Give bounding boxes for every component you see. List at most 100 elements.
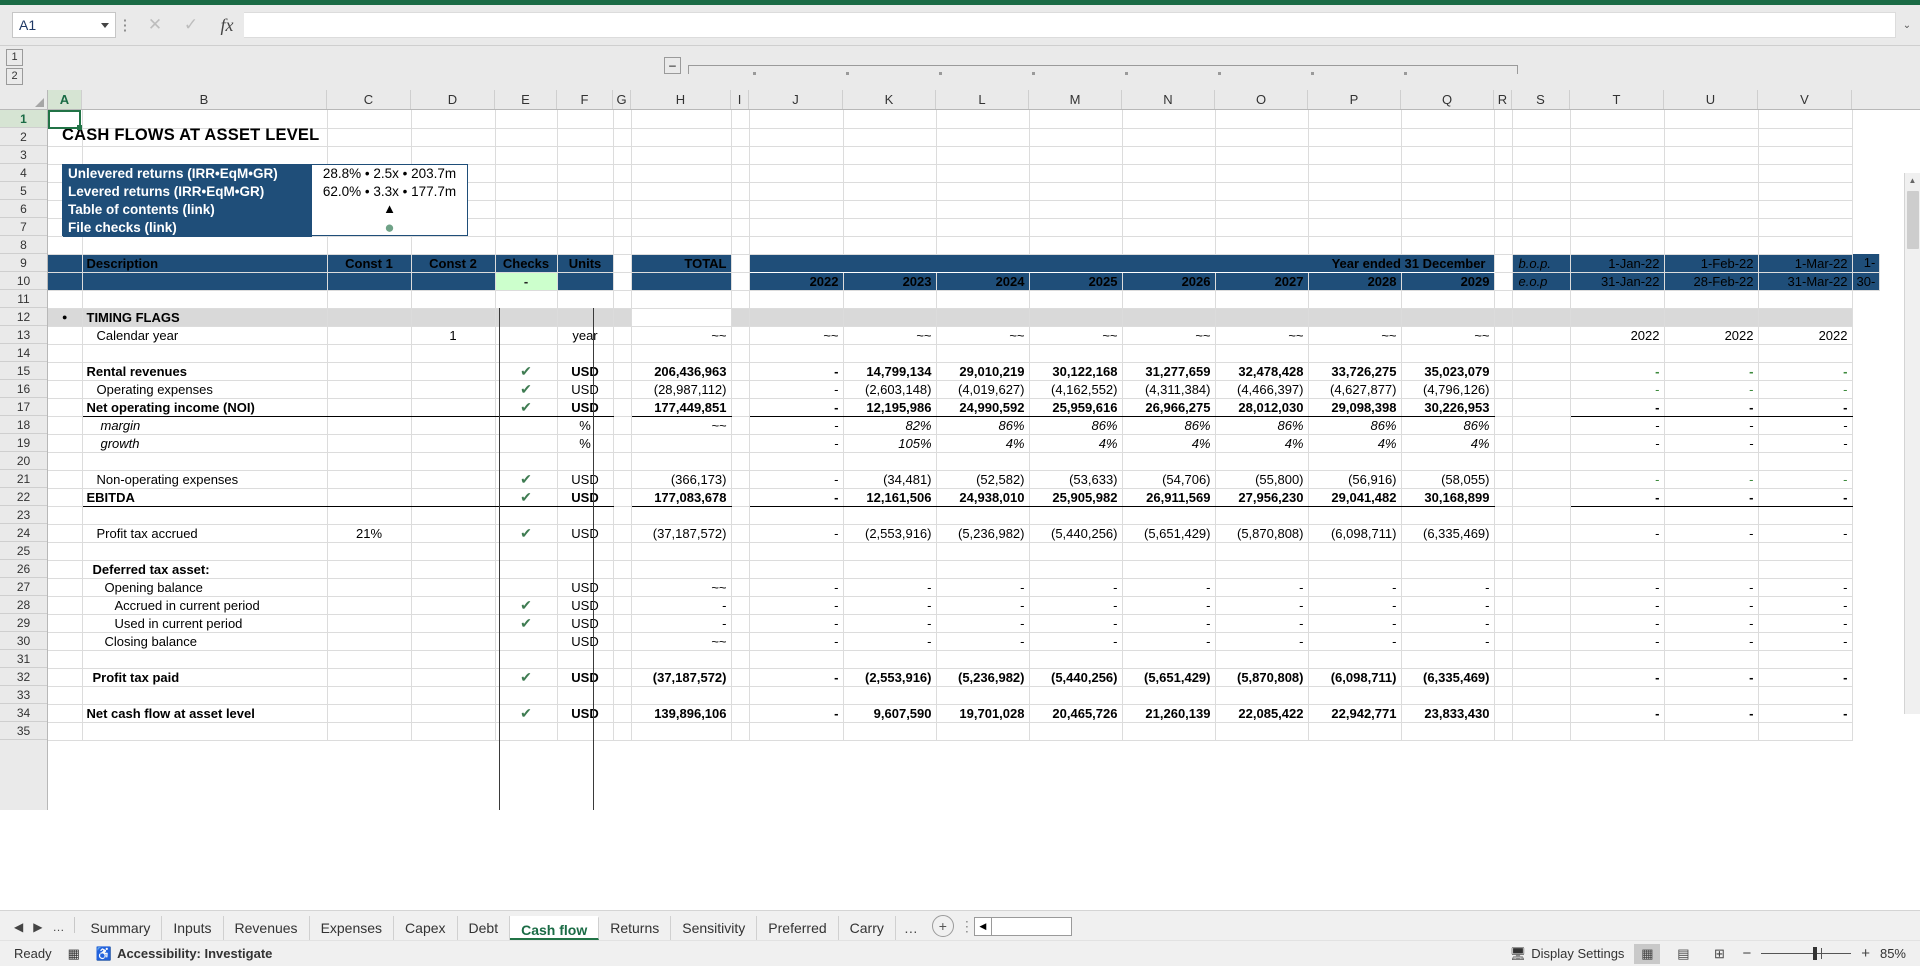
cell-e6[interactable] — [495, 200, 558, 219]
cell-j1[interactable] — [749, 110, 844, 129]
cell-t5[interactable] — [1570, 182, 1665, 201]
const2-12[interactable] — [411, 308, 496, 327]
cell-n35[interactable] — [1122, 722, 1216, 741]
cell-s18[interactable] — [1512, 416, 1571, 435]
cell-g6[interactable] — [613, 200, 632, 219]
cell-b35[interactable] — [82, 722, 328, 741]
cell-m4[interactable] — [1029, 164, 1123, 183]
cell-g19[interactable] — [613, 434, 632, 453]
row-header-35[interactable]: 35 — [0, 722, 47, 740]
cell-i4[interactable] — [731, 164, 750, 183]
cell-j35[interactable] — [749, 722, 844, 741]
checks-status-value[interactable]: - — [495, 272, 558, 291]
zoom-slider[interactable] — [1761, 947, 1852, 960]
cell-r6[interactable] — [1494, 200, 1513, 219]
cell-m3[interactable] — [1029, 146, 1123, 165]
row-header-34[interactable]: 34 — [0, 704, 47, 722]
cell-o5[interactable] — [1215, 182, 1309, 201]
cell-r28[interactable] — [1494, 596, 1513, 615]
tab-more-icon[interactable]: ⋮ — [960, 918, 974, 940]
cell-g7[interactable] — [613, 218, 632, 237]
cell-h1[interactable] — [631, 110, 732, 129]
cell-e7[interactable] — [495, 218, 558, 237]
sheet-tab-revenues[interactable]: Revenues — [224, 916, 310, 940]
cell-c11[interactable] — [327, 290, 412, 309]
cell-k35[interactable] — [843, 722, 937, 741]
cell-i6[interactable] — [731, 200, 750, 219]
const2-17[interactable] — [411, 398, 496, 417]
cell-s32[interactable] — [1512, 668, 1571, 687]
row-header-21[interactable]: 21 — [0, 470, 47, 488]
const1-32[interactable] — [327, 668, 412, 687]
sheet-tab-sensitivity[interactable]: Sensitivity — [671, 916, 758, 940]
header-eop-date-0[interactable]: 31-Jan-22 — [1570, 272, 1665, 291]
tab-overflow-right[interactable]: … — [896, 920, 924, 940]
cell-d35[interactable] — [411, 722, 496, 741]
row-header-27[interactable]: 27 — [0, 578, 47, 596]
insert-function-icon[interactable]: fx — [210, 12, 244, 38]
cell-r27[interactable] — [1494, 578, 1513, 597]
cell-i13[interactable] — [731, 326, 750, 345]
sheet-tab-debt[interactable]: Debt — [458, 916, 511, 940]
cell-i35[interactable] — [731, 722, 750, 741]
column-header-l[interactable]: L — [936, 90, 1029, 109]
scroll-up-icon[interactable]: ▲ — [1905, 173, 1920, 189]
cancel-icon[interactable]: ✕ — [138, 12, 172, 38]
cell-j7[interactable] — [749, 218, 844, 237]
cell-f1[interactable] — [557, 110, 614, 129]
cell-g35[interactable] — [613, 722, 632, 741]
column-header-t[interactable]: T — [1570, 90, 1664, 109]
column-header-f[interactable]: F — [557, 90, 613, 109]
cell-k1[interactable] — [843, 110, 937, 129]
cell-s23[interactable] — [1512, 506, 1571, 525]
cell-i19[interactable] — [731, 434, 750, 453]
cell-l2[interactable] — [936, 128, 1030, 147]
const1-34[interactable] — [327, 703, 412, 723]
cell-q3[interactable] — [1401, 146, 1495, 165]
cell-g30[interactable] — [613, 632, 632, 651]
cell-t6[interactable] — [1570, 200, 1665, 219]
cell-n8[interactable] — [1122, 236, 1216, 255]
const1-29[interactable] — [327, 614, 412, 633]
cell-r26[interactable] — [1494, 560, 1513, 579]
cell-u5[interactable] — [1664, 182, 1759, 201]
horizontal-scrollbar[interactable]: ◀ — [973, 917, 1920, 940]
cell-u4[interactable] — [1664, 164, 1759, 183]
page-break-preview-icon[interactable]: ⊞ — [1706, 944, 1732, 964]
cell-t11[interactable] — [1570, 290, 1665, 309]
cell-e4[interactable] — [495, 164, 558, 183]
column-header-k[interactable]: K — [843, 90, 936, 109]
header-bop-date-0[interactable]: 1-Jan-22 — [1570, 254, 1665, 273]
column-header-q[interactable]: Q — [1401, 90, 1494, 109]
cell-q5[interactable] — [1401, 182, 1495, 201]
cell-r14[interactable] — [1494, 344, 1513, 363]
const2-26[interactable] — [411, 560, 496, 579]
cell-q2[interactable] — [1401, 128, 1495, 147]
zoom-out-icon[interactable]: − — [1742, 945, 1751, 962]
cell-i34[interactable] — [731, 704, 750, 723]
cell-s34[interactable] — [1512, 703, 1571, 723]
cell-e3[interactable] — [495, 146, 558, 165]
column-header-p[interactable]: P — [1308, 90, 1401, 109]
cell-d8[interactable] — [411, 236, 496, 255]
const1-14[interactable] — [327, 344, 412, 363]
cell-e2[interactable] — [495, 128, 558, 147]
row-header-23[interactable]: 23 — [0, 506, 47, 524]
cell-i26[interactable] — [731, 560, 750, 579]
tab-next-icon[interactable]: ▶ — [29, 920, 46, 934]
cell-i25[interactable] — [731, 542, 750, 561]
cell-i2[interactable] — [731, 128, 750, 147]
cell-p2[interactable] — [1308, 128, 1402, 147]
cell-t8[interactable] — [1570, 236, 1665, 255]
cell-r34[interactable] — [1494, 704, 1513, 723]
cell-r18[interactable] — [1494, 416, 1513, 435]
cell-s29[interactable] — [1512, 614, 1571, 633]
cell-i22[interactable] — [731, 488, 750, 507]
cell-v7[interactable] — [1758, 218, 1853, 237]
cell-i7[interactable] — [731, 218, 750, 237]
cell-r21[interactable] — [1494, 470, 1513, 489]
cell-s30[interactable] — [1512, 632, 1571, 651]
cell-k11[interactable] — [843, 290, 937, 309]
cell-g13[interactable] — [613, 326, 632, 345]
confirm-icon[interactable]: ✓ — [174, 12, 208, 38]
